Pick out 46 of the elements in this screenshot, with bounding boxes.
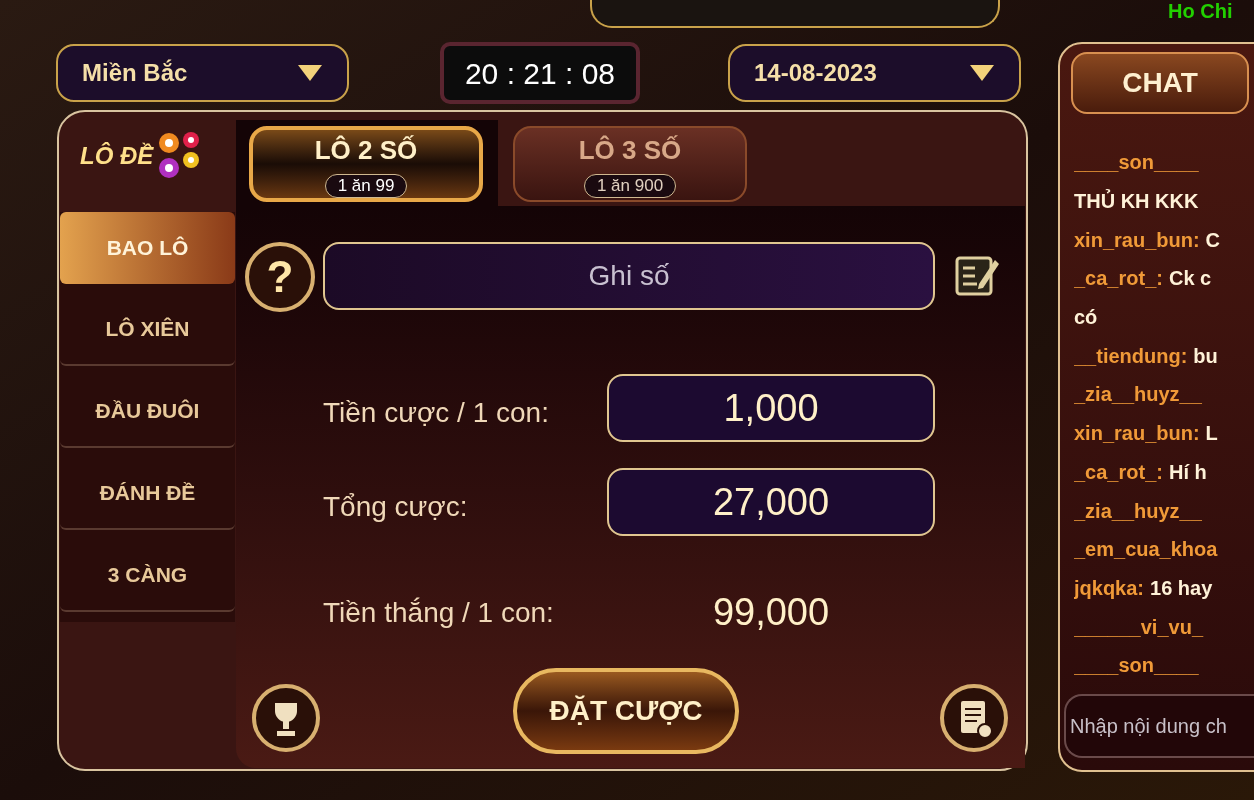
chat-message: bu xyxy=(1193,343,1218,369)
chat-username: _ca_rot_: xyxy=(1074,266,1163,292)
amount-field[interactable]: 1,000 xyxy=(607,374,935,442)
date-dropdown[interactable]: 14-08-2023 xyxy=(728,44,1021,102)
chat-username: _zia__huyz__ xyxy=(1074,498,1202,524)
form-label: Tiền thắng / 1 con: xyxy=(323,596,554,630)
chat-message: C xyxy=(1205,227,1221,253)
chat-message: Hí h xyxy=(1168,459,1207,485)
chat-message: THỦ KH KKK xyxy=(1074,188,1199,215)
place-bet-button[interactable]: ĐẶT CƯỢC xyxy=(513,668,739,754)
chat-message: có xyxy=(1074,305,1098,331)
odds-badge: 1 ăn 99 xyxy=(324,173,408,198)
chat-username: xin_rau_bun: xyxy=(1074,421,1200,447)
chat-message: Ck c xyxy=(1168,266,1212,292)
winnings-value: 99,000 xyxy=(711,590,831,635)
number-input[interactable]: Ghi số xyxy=(323,242,935,310)
chat-title-button[interactable]: CHAT xyxy=(1071,52,1249,114)
chat-username: _zia__huyz__ xyxy=(1074,382,1202,408)
chat-message: L xyxy=(1205,421,1218,447)
form-label: Tiền cược / 1 con: xyxy=(323,396,549,430)
chat-username: ____son____ xyxy=(1074,653,1199,679)
chat-input[interactable]: Nhập nội dung ch xyxy=(1064,694,1254,758)
region-dropdown[interactable]: Miền Bắc xyxy=(56,44,349,102)
tab[interactable]: LÔ 2 SỐ 1 ăn 99 xyxy=(249,126,483,202)
history-document-icon[interactable] xyxy=(939,683,1009,753)
caret-icon xyxy=(297,64,323,82)
location-text: Ho Chi xyxy=(1168,0,1233,24)
form-label: Tổng cược: xyxy=(323,490,468,524)
chat-message: 16 hay xyxy=(1150,575,1213,601)
notepad-pencil-icon[interactable] xyxy=(953,254,1001,298)
trophy-icon[interactable] xyxy=(251,683,321,753)
chat-username: _ca_rot_: xyxy=(1074,459,1163,485)
chat-username: ______vi_vu_ xyxy=(1074,614,1203,640)
sidebar-tab[interactable]: BAO LÔ xyxy=(60,212,235,284)
chat-username: ____son____ xyxy=(1074,150,1199,176)
tab[interactable]: LÔ 3 SỐ 1 ăn 900 xyxy=(513,126,747,202)
chat-username: __tiendung: xyxy=(1074,343,1188,369)
clock-display: 20 : 21 : 08 xyxy=(440,42,640,104)
logo-text: LÔ ĐỀ xyxy=(80,141,154,171)
chat-username: jqkqka: xyxy=(1074,575,1145,601)
amount-field[interactable]: 27,000 xyxy=(607,468,935,536)
chat-username: xin_rau_bun: xyxy=(1074,227,1200,253)
lottery-balls-icon xyxy=(157,131,202,181)
odds-badge: 1 ăn 900 xyxy=(583,173,677,198)
chat-username: _em_cua_khoa xyxy=(1074,537,1218,563)
caret-icon xyxy=(969,64,995,82)
